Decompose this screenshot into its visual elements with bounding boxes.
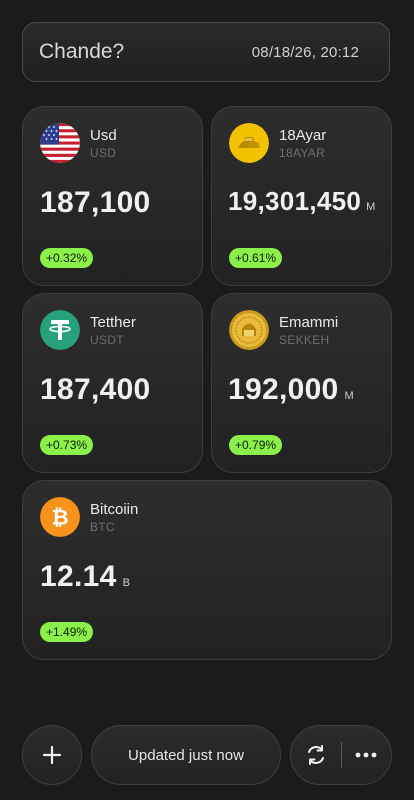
currency-code: SEKKEH bbox=[279, 333, 330, 347]
refresh-button[interactable] bbox=[291, 726, 341, 784]
update-status-pill: Updated just now bbox=[91, 725, 281, 785]
bitcoin-icon: ₿ bbox=[40, 497, 80, 537]
actions-group bbox=[290, 725, 392, 785]
plus-icon bbox=[42, 745, 62, 765]
price-row: 192,000 M bbox=[228, 373, 354, 407]
currency-name: 18Ayar bbox=[279, 127, 327, 144]
currency-code: USD bbox=[90, 146, 117, 160]
rate-card-bitcoin[interactable]: ₿ Bitcoiin BTC 12.14 B +1.49% bbox=[22, 480, 392, 660]
price-row: 187,100 bbox=[40, 186, 151, 220]
currency-code: 18AYAR bbox=[279, 146, 326, 160]
currency-name: Usd bbox=[90, 127, 117, 144]
rate-card-emammi[interactable]: Emammi SEKKEH 192,000 M +0.79% bbox=[211, 293, 392, 473]
tether-icon bbox=[40, 310, 80, 350]
change-badge: +0.73% bbox=[40, 435, 94, 455]
currency-code: BTC bbox=[90, 520, 115, 534]
more-button[interactable] bbox=[341, 726, 391, 784]
price-value: 19,301,450 bbox=[228, 186, 362, 216]
price-value: 12.14 bbox=[40, 560, 117, 593]
gold-bars-icon bbox=[229, 123, 269, 163]
add-button[interactable] bbox=[22, 725, 82, 785]
change-badge: +0.32% bbox=[40, 248, 94, 268]
datetime-label: 08/18/26, 20:12 bbox=[251, 43, 359, 61]
svg-text:₿: ₿ bbox=[51, 506, 68, 530]
price-row: 187,400 bbox=[40, 373, 151, 407]
price-row: 19,301,450 M bbox=[228, 186, 375, 217]
price-value: 187,100 bbox=[40, 186, 151, 219]
change-badge: +1.49% bbox=[40, 622, 94, 642]
header-bar: Chande? 08/18/26, 20:12 bbox=[22, 22, 390, 82]
update-status-text: Updated just now bbox=[128, 746, 244, 764]
us-flag-icon bbox=[40, 123, 80, 163]
currency-name: Bitcoiin bbox=[90, 501, 139, 518]
currency-code: USDT bbox=[90, 333, 124, 347]
rate-card-tether[interactable]: Tetther USDT 187,400 +0.73% bbox=[22, 293, 203, 473]
rate-card-usd[interactable]: Usd USD 187,100 +0.32% bbox=[22, 106, 203, 286]
change-badge: +0.79% bbox=[229, 435, 283, 455]
price-row: 12.14 B bbox=[40, 560, 130, 594]
refresh-icon bbox=[307, 745, 324, 765]
rate-card-18ayar[interactable]: 18Ayar 18AYAR 19,301,450 M +0.61% bbox=[211, 106, 392, 286]
app-title: Chande? bbox=[39, 40, 125, 63]
price-unit: M bbox=[366, 201, 376, 213]
price-value: 187,400 bbox=[40, 373, 151, 406]
price-unit: B bbox=[122, 577, 130, 589]
gold-coin-icon bbox=[229, 310, 269, 350]
more-dots-icon bbox=[355, 752, 377, 758]
currency-name: Tetther bbox=[90, 314, 136, 331]
price-value: 192,000 bbox=[228, 373, 339, 406]
change-badge: +0.61% bbox=[229, 248, 283, 268]
price-unit: M bbox=[344, 390, 354, 402]
currency-name: Emammi bbox=[279, 314, 339, 331]
